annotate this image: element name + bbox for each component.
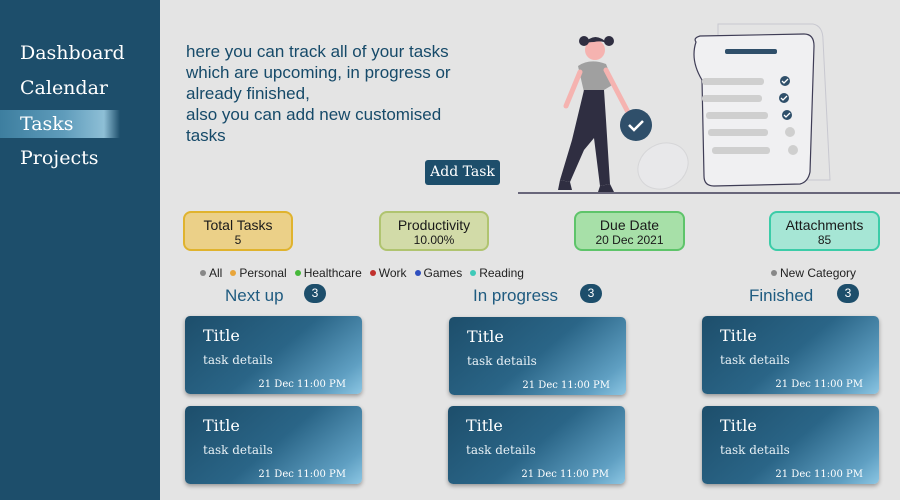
task-card[interactable]: Title task details 21 Dec 11:00 PM xyxy=(185,406,362,484)
stat-label: Attachments xyxy=(785,217,864,233)
intro-line: tasks xyxy=(186,126,226,145)
count-badge: 3 xyxy=(837,284,859,303)
task-card-details: task details xyxy=(466,443,536,457)
task-card[interactable]: Title task details 21 Dec 11:00 PM xyxy=(449,317,626,395)
category-dot xyxy=(200,270,206,276)
sidebar-item-calendar[interactable]: Calendar xyxy=(0,74,160,102)
category-personal[interactable]: Personal xyxy=(230,266,287,280)
category-dot xyxy=(414,270,421,276)
intro-line: already finished, xyxy=(186,84,310,103)
task-card-title: Title xyxy=(720,326,757,345)
intro-line: here you can track all of your tasks xyxy=(186,42,449,61)
count-badge: 3 xyxy=(304,284,326,303)
category-dot xyxy=(369,270,376,276)
stat-label: Due Date xyxy=(599,217,660,233)
task-card-details: task details xyxy=(203,353,273,367)
stat-due-date: Due Date 20 Dec 2021 xyxy=(574,211,685,251)
task-card[interactable]: Title task details 21 Dec 11:00 PM xyxy=(185,316,362,394)
task-card[interactable]: Title task details 21 Dec 11:00 PM xyxy=(448,406,625,484)
sidebar: Dashboard Calendar Tasks Projects xyxy=(0,0,160,500)
count-badge: 3 xyxy=(580,284,602,303)
task-card-date: 21 Dec 11:00 PM xyxy=(775,469,863,480)
stat-value: 10.00% xyxy=(413,233,455,247)
task-card-details: task details xyxy=(720,353,790,367)
task-card[interactable]: Title task details 21 Dec 11:00 PM xyxy=(702,406,879,484)
task-card[interactable]: Title task details 21 Dec 11:00 PM xyxy=(702,316,879,394)
stat-attachments: Attachments 85 xyxy=(769,211,880,251)
task-card-details: task details xyxy=(203,443,273,457)
category-dot xyxy=(294,270,301,276)
sidebar-item-dashboard[interactable]: Dashboard xyxy=(0,39,160,67)
stat-label: Productivity xyxy=(397,217,471,233)
sidebar-item-tasks[interactable]: Tasks xyxy=(0,110,160,138)
task-card-date: 21 Dec 11:00 PM xyxy=(521,469,609,480)
task-card-date: 21 Dec 11:00 PM xyxy=(522,380,610,391)
category-dot xyxy=(771,270,777,276)
task-card-title: Title xyxy=(720,416,757,435)
stat-label: Total Tasks xyxy=(203,217,273,233)
column-title-next-up: Next up xyxy=(225,286,284,305)
category-reading[interactable]: Reading xyxy=(470,266,524,280)
category-games[interactable]: Games xyxy=(414,266,462,280)
stat-total-tasks: Total Tasks 5 xyxy=(183,211,293,251)
task-card-title: Title xyxy=(466,416,503,435)
column-title-in-progress: In progress xyxy=(473,286,559,305)
stat-productivity: Productivity 10.00% xyxy=(379,211,489,251)
task-card-date: 21 Dec 11:00 PM xyxy=(258,379,346,390)
category-filter: All Personal Healthcare Work Games Reading xyxy=(200,266,532,280)
stat-value: 85 xyxy=(817,233,832,247)
task-card-date: 21 Dec 11:00 PM xyxy=(258,469,346,480)
category-work[interactable]: Work xyxy=(369,266,407,280)
task-card-details: task details xyxy=(467,354,537,368)
category-healthcare[interactable]: Healthcare xyxy=(294,266,362,280)
category-dot xyxy=(230,270,237,276)
stat-value: 5 xyxy=(234,233,242,247)
task-card-title: Title xyxy=(203,416,240,435)
intro-line: also you can add new customised xyxy=(186,105,442,124)
sidebar-item-projects[interactable]: Projects xyxy=(0,144,160,172)
task-card-details: task details xyxy=(720,443,790,457)
intro-line: which are upcoming, in progress or xyxy=(186,63,451,82)
category-all[interactable]: All xyxy=(200,266,222,280)
category-dot xyxy=(470,270,477,276)
intro-text: here you can track all of your tasks whi… xyxy=(186,41,506,146)
column-title-finished: Finished xyxy=(749,286,814,305)
new-category-button[interactable]: New Category xyxy=(771,266,856,280)
task-card-title: Title xyxy=(203,326,240,345)
task-checklist-illustration xyxy=(518,23,900,194)
task-card-date: 21 Dec 11:00 PM xyxy=(775,379,863,390)
stat-value: 20 Dec 2021 xyxy=(595,233,664,247)
task-card-title: Title xyxy=(467,327,504,346)
add-task-button[interactable]: Add Task xyxy=(425,160,500,185)
